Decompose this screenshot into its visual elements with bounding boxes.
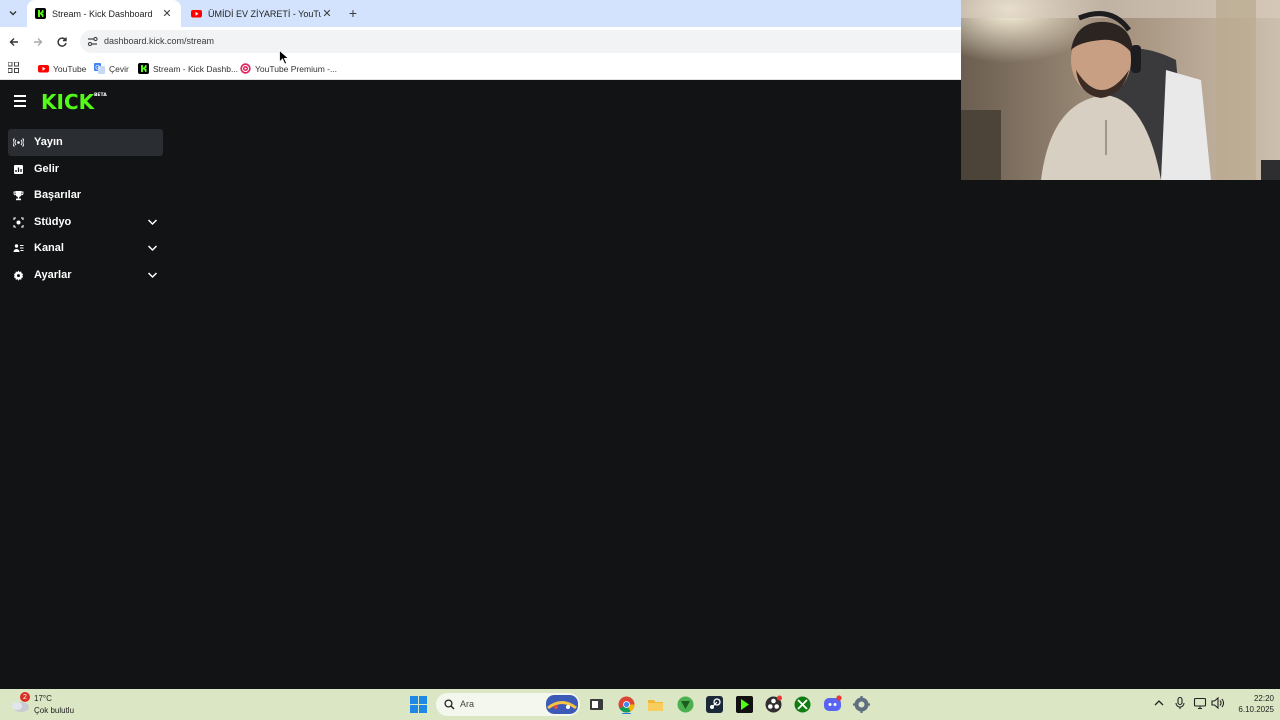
chevron-down-icon xyxy=(9,11,17,16)
site-settings-icon[interactable] xyxy=(86,35,99,48)
network-icon[interactable] xyxy=(1193,696,1207,710)
notification-badge: 2 xyxy=(20,692,30,702)
sidebar-item-label: Başarılar xyxy=(34,189,82,202)
back-button[interactable] xyxy=(5,33,23,51)
reload-button[interactable] xyxy=(53,33,71,51)
close-tab-icon[interactable]: ✕ xyxy=(321,8,333,20)
bookmark-youtube[interactable]: YouTube xyxy=(38,61,86,76)
sidebar-item-gelir[interactable]: Gelir xyxy=(8,156,163,183)
microphone-icon[interactable] xyxy=(1173,696,1187,710)
mouse-cursor-icon xyxy=(279,50,289,65)
beta-badge: BETA xyxy=(94,92,107,98)
bookmark-label: YouTube xyxy=(53,63,87,74)
sidebar-item-basarilar[interactable]: Başarılar xyxy=(8,182,163,209)
menu-icon[interactable] xyxy=(14,95,28,107)
translate-icon: G xyxy=(94,63,105,74)
arrow-right-icon xyxy=(34,38,43,46)
steam-icon[interactable] xyxy=(705,695,724,714)
studio-icon xyxy=(13,216,24,228)
clock-date: 6.10.2025 xyxy=(1238,705,1274,714)
sidebar-item-yayin[interactable]: Yayın xyxy=(8,129,163,156)
chevron-down-icon[interactable] xyxy=(147,270,158,280)
streaming-app-icon[interactable] xyxy=(735,695,754,714)
tab-search-button[interactable] xyxy=(4,4,22,22)
tab-title: Stream - Kick Dashboard xyxy=(52,8,153,19)
sidebar-item-label: Yayın xyxy=(34,136,63,149)
xbox-icon[interactable] xyxy=(793,695,812,714)
new-tab-button[interactable]: + xyxy=(345,5,361,21)
arrow-left-icon xyxy=(9,38,18,46)
weather-condition: Çok bulutlu xyxy=(34,706,75,715)
sidebar-item-label: Kanal xyxy=(34,242,64,255)
kick-icon xyxy=(35,8,46,19)
sidebar-item-kanal[interactable]: Kanal xyxy=(8,235,163,262)
chrome-icon[interactable] xyxy=(617,695,636,714)
youtube-premium-icon xyxy=(240,63,251,74)
windows-taskbar: 2 17°C Çok bulutlu Ara 22:20 6.10.2025 xyxy=(0,689,1280,720)
webcam-overlay xyxy=(961,0,1280,180)
sidebar-item-label: Stüdyo xyxy=(34,215,72,228)
url-text: dashboard.kick.com/stream xyxy=(104,36,215,46)
youtube-icon xyxy=(191,10,202,18)
forward-button[interactable] xyxy=(29,33,47,51)
bookmark-label: Çevir xyxy=(109,63,129,74)
revenue-icon xyxy=(14,164,23,174)
search-icon xyxy=(444,699,455,710)
youtube-icon xyxy=(38,65,49,73)
tab-youtube[interactable]: ÜMİDİ EV ZİYARETİ - YouTube ✕ xyxy=(183,0,341,27)
volume-icon[interactable] xyxy=(1210,696,1224,710)
kick-icon xyxy=(138,63,149,74)
folder-icon[interactable] xyxy=(646,695,665,714)
tab-title: ÜMİDİ EV ZİYARETİ - YouTube xyxy=(208,8,321,19)
gear-icon xyxy=(13,270,24,281)
weather-widget[interactable]: 2 17°C Çok bulutlu xyxy=(10,692,100,717)
chevron-down-icon[interactable] xyxy=(147,217,158,227)
sidebar-item-studyo[interactable]: Stüdyo xyxy=(8,209,163,236)
trophy-icon xyxy=(13,191,24,201)
sidebar-item-ayarlar[interactable]: Ayarlar xyxy=(8,262,163,289)
tab-kick-dashboard[interactable]: Stream - Kick Dashboard ✕ xyxy=(27,0,181,27)
bookmark-label: Stream - Kick Dashb... xyxy=(153,63,239,74)
bookmark-kick-dashboard[interactable]: Stream - Kick Dashb... xyxy=(138,61,238,76)
svg-text:G: G xyxy=(95,66,100,72)
bookmark-label: YouTube Premium -... xyxy=(255,63,338,74)
bookmark-translate[interactable]: G Çevir xyxy=(94,61,129,76)
taskbar-search[interactable]: Ara xyxy=(436,693,580,716)
file-explorer-dark-icon[interactable] xyxy=(587,695,606,714)
logo-text: KICK xyxy=(41,90,96,112)
obs-icon[interactable] xyxy=(764,695,783,714)
apps-grid-icon[interactable] xyxy=(8,62,19,73)
sidebar-item-label: Gelir xyxy=(34,162,60,175)
system-clock[interactable]: 22:20 6.10.2025 xyxy=(1228,693,1274,715)
chevron-up-icon[interactable] xyxy=(1152,696,1166,710)
settings-gear-icon[interactable] xyxy=(852,695,871,714)
discord-icon[interactable] xyxy=(823,695,842,714)
search-placeholder: Ara xyxy=(460,699,475,709)
channel-icon xyxy=(13,244,24,252)
chevron-down-icon[interactable] xyxy=(147,243,158,253)
green-app-icon[interactable] xyxy=(676,695,695,714)
windows-start-icon[interactable] xyxy=(410,696,427,713)
close-tab-icon[interactable]: ✕ xyxy=(161,8,173,20)
search-highlight-icon xyxy=(546,695,578,714)
clock-time: 22:20 xyxy=(1253,694,1274,703)
sidebar-item-label: Ayarlar xyxy=(34,268,72,281)
broadcast-icon xyxy=(13,138,24,147)
weather-temperature: 17°C xyxy=(34,694,52,703)
kick-logo[interactable]: KICK BETA xyxy=(40,90,108,112)
dashboard-sidebar: Yayın Gelir Başarılar Stüdyo Kanal Ayarl… xyxy=(8,129,163,288)
reload-icon xyxy=(57,37,67,47)
